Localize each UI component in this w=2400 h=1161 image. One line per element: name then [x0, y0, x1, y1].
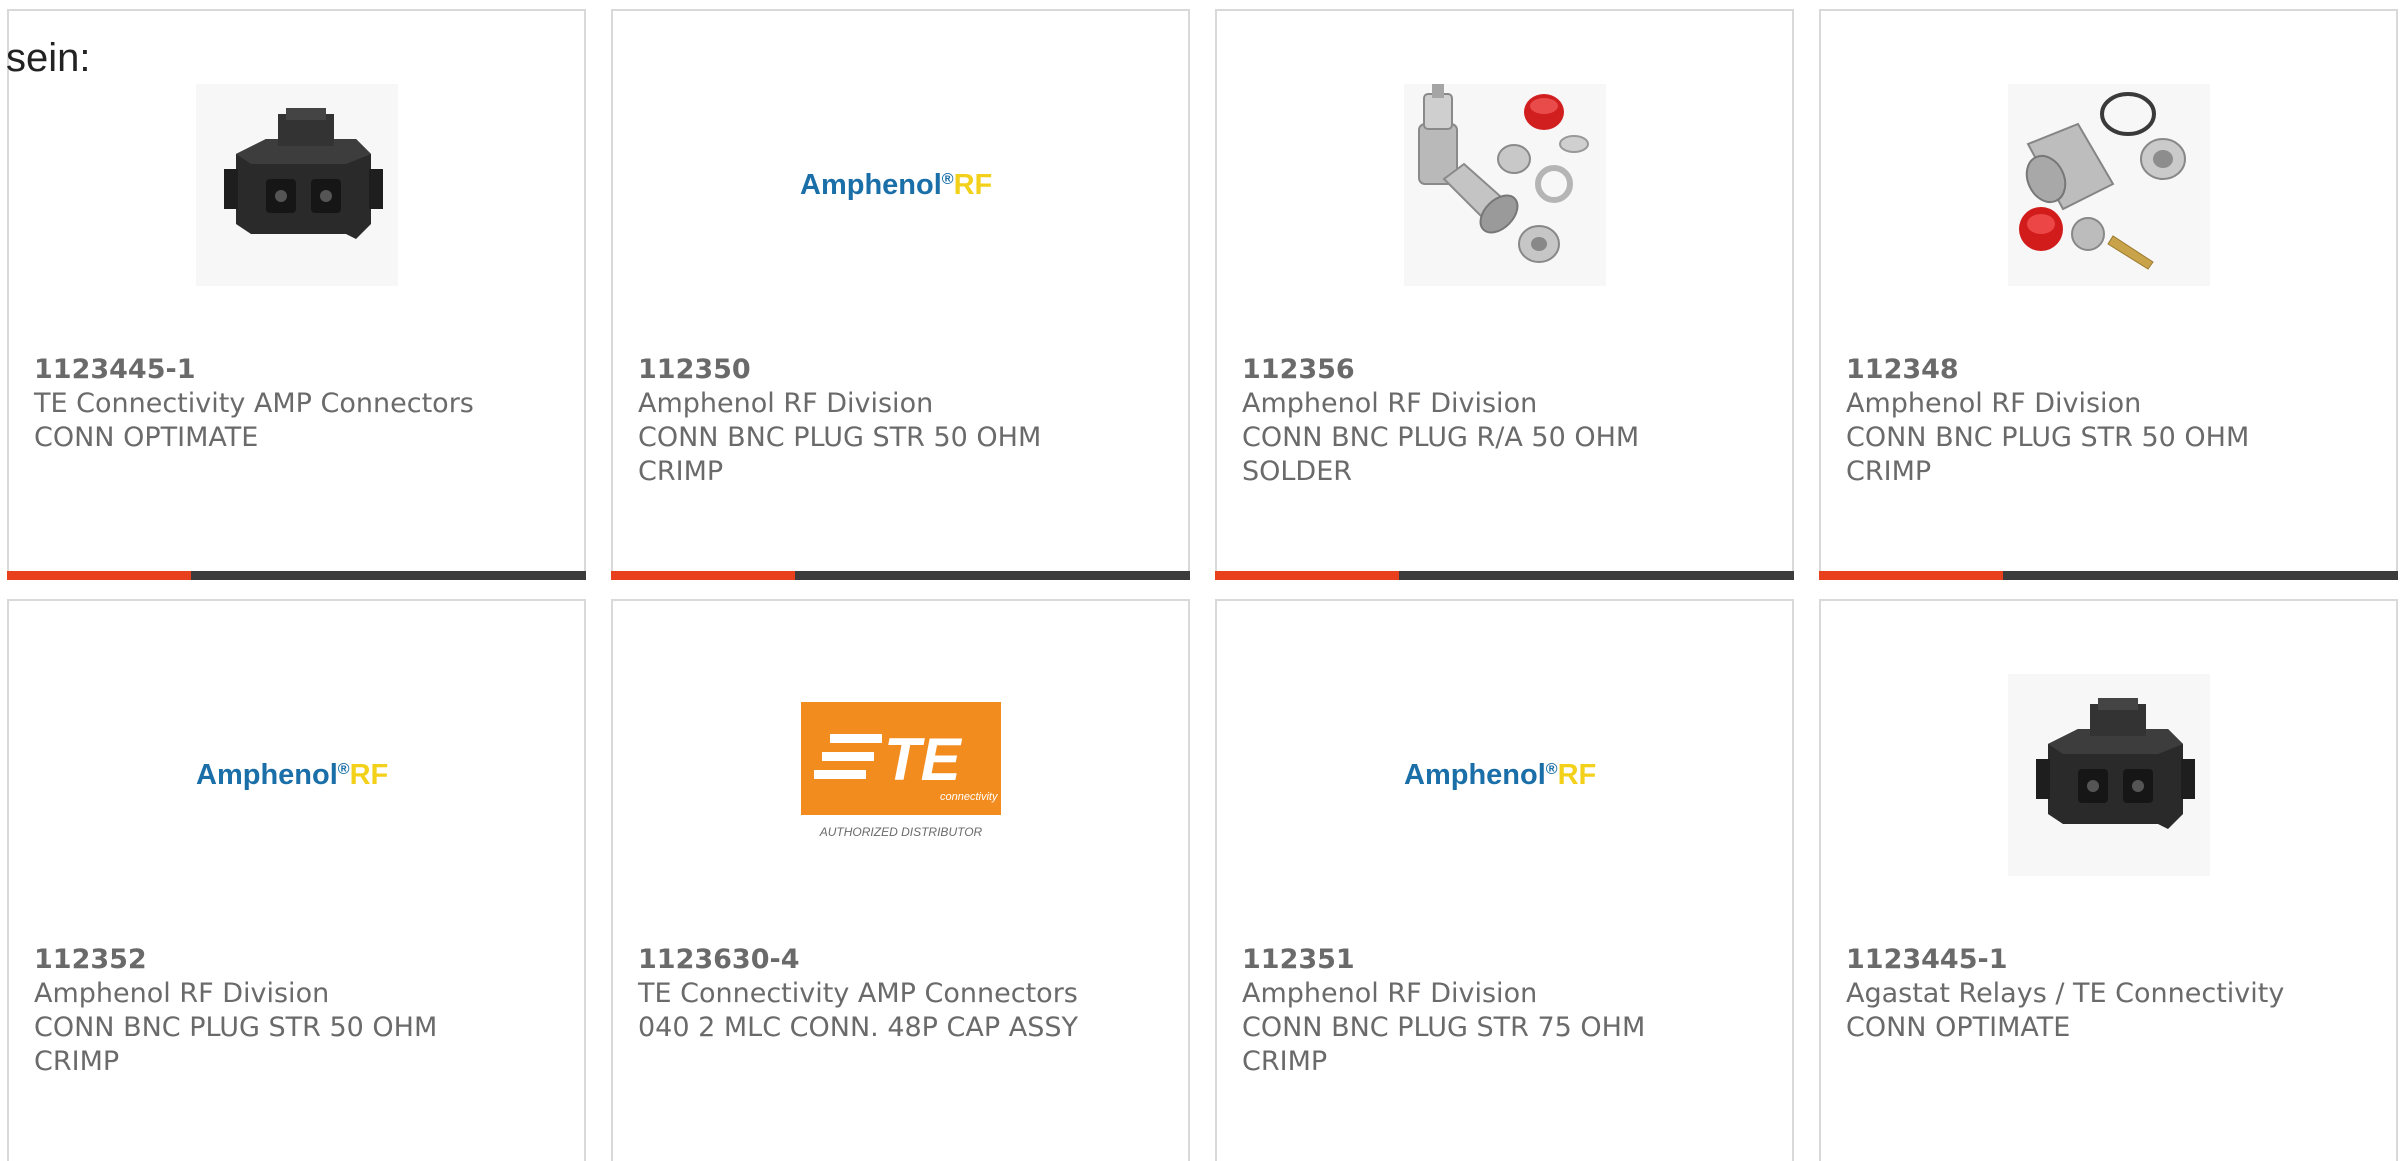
manufacturer-name: Amphenol RF Division: [1242, 978, 1538, 1009]
product-description: CONN BNC PLUG STR 75 OHM: [1242, 1012, 1646, 1043]
part-number-link[interactable]: 1123445-1: [1846, 943, 2376, 977]
product-card[interactable]: Amphenol®RF 112350 Amphenol RF Division …: [611, 9, 1190, 580]
manufacturer-name: TE Connectivity AMP Connectors: [34, 388, 474, 419]
card-footer-accent: [1819, 571, 2003, 580]
product-description: CONN BNC PLUG STR 50 OHM: [1846, 422, 2250, 453]
manufacturer-name: Agastat Relays / TE Connectivity: [1846, 978, 2285, 1009]
part-number-link[interactable]: 1123445-1: [34, 353, 564, 387]
product-description-line2: CRIMP: [638, 456, 724, 487]
logo-main-text: Amphenol: [1404, 759, 1546, 791]
product-card[interactable]: 1123445-1 TE Connectivity AMP Connectors…: [7, 9, 586, 580]
product-card[interactable]: 112356 Amphenol RF Division CONN BNC PLU…: [1215, 9, 1794, 580]
product-description-line2: CRIMP: [1242, 1046, 1328, 1077]
product-description: 040 2 MLC CONN. 48P CAP ASSY: [638, 1012, 1078, 1043]
product-card[interactable]: Amphenol®RF 112352 Amphenol RF Division …: [7, 599, 586, 1161]
product-info: 1123445-1 Agastat Relays / TE Connectivi…: [1846, 943, 2376, 1045]
bnc-straight-plug-kit-icon: [2007, 84, 2210, 286]
product-description-line2: CRIMP: [34, 1046, 120, 1077]
product-image[interactable]: TE connectivity AUTHORIZED DISTRIBUTOR: [800, 674, 1002, 876]
te-logo-text: TE: [884, 726, 963, 793]
product-card[interactable]: Amphenol®RF 112351 Amphenol RF Division …: [1215, 599, 1794, 1161]
svg-text:Amphenol®RF: Amphenol®RF: [800, 169, 992, 201]
logo-rf-text: RF: [1557, 759, 1596, 791]
product-description: CONN BNC PLUG STR 50 OHM: [638, 422, 1042, 453]
product-info: 1123445-1 TE Connectivity AMP Connectors…: [34, 353, 564, 455]
product-info: 112350 Amphenol RF Division CONN BNC PLU…: [638, 353, 1168, 489]
part-number-link[interactable]: 112348: [1846, 353, 2376, 387]
card-footer-accent: [7, 571, 191, 580]
manufacturer-name: Amphenol RF Division: [34, 978, 330, 1009]
product-card[interactable]: 1123445-1 Agastat Relays / TE Connectivi…: [1819, 599, 2398, 1161]
product-info: 112348 Amphenol RF Division CONN BNC PLU…: [1846, 353, 2376, 489]
svg-text:Amphenol®RF: Amphenol®RF: [1404, 759, 1596, 791]
product-info: 112352 Amphenol RF Division CONN BNC PLU…: [34, 943, 564, 1079]
bnc-right-angle-plug-kit-icon: [1403, 84, 1606, 286]
product-image[interactable]: Amphenol®RF: [800, 84, 1002, 286]
logo-rf-text: RF: [953, 169, 992, 201]
product-card[interactable]: TE connectivity AUTHORIZED DISTRIBUTOR 1…: [611, 599, 1190, 1161]
card-footer-bar: [7, 571, 586, 580]
product-description: CONN OPTIMATE: [34, 422, 259, 453]
logo-main-text: Amphenol: [196, 759, 338, 791]
logo-reg-mark: ®: [337, 761, 349, 778]
svg-text:Amphenol®RF: Amphenol®RF: [196, 759, 388, 791]
card-footer-bar: [611, 571, 1190, 580]
product-description-line2: CRIMP: [1846, 456, 1932, 487]
manufacturer-name: Amphenol RF Division: [1846, 388, 2142, 419]
manufacturer-name: Amphenol RF Division: [638, 388, 934, 419]
manufacturer-name: Amphenol RF Division: [1242, 388, 1538, 419]
logo-main-text: Amphenol: [800, 169, 942, 201]
card-footer-accent: [1215, 571, 1399, 580]
logo-reg-mark: ®: [941, 171, 953, 188]
product-info: 112351 Amphenol RF Division CONN BNC PLU…: [1242, 943, 1772, 1079]
product-image[interactable]: [2007, 84, 2210, 286]
product-grid-page: sein: 1123445-1 TE Connectivity AMP Conn…: [0, 0, 2400, 1161]
product-image[interactable]: [195, 84, 398, 286]
product-card[interactable]: 112348 Amphenol RF Division CONN BNC PLU…: [1819, 9, 2398, 580]
product-image[interactable]: [1403, 84, 1606, 286]
card-footer-bar: [1819, 571, 2398, 580]
product-description: CONN OPTIMATE: [1846, 1012, 2071, 1043]
logo-rf-text: RF: [349, 759, 388, 791]
black-fiber-connector-adapter-icon: [195, 84, 398, 286]
amphenol-rf-logo-icon: Amphenol®RF: [196, 759, 388, 791]
te-connectivity-logo-icon: TE connectivity AUTHORIZED DISTRIBUTOR: [800, 702, 1001, 839]
product-info: 1123630-4 TE Connectivity AMP Connectors…: [638, 943, 1168, 1045]
part-number-link[interactable]: 112352: [34, 943, 564, 977]
authorized-distributor-caption: AUTHORIZED DISTRIBUTOR: [818, 825, 982, 839]
part-number-link[interactable]: 1123630-4: [638, 943, 1168, 977]
te-logo-subtext: connectivity: [940, 791, 999, 803]
card-footer-accent: [611, 571, 795, 580]
part-number-link[interactable]: 112356: [1242, 353, 1772, 387]
manufacturer-name: TE Connectivity AMP Connectors: [638, 978, 1078, 1009]
amphenol-rf-logo-icon: Amphenol®RF: [800, 169, 992, 201]
intro-text: sein:: [6, 36, 91, 80]
product-image[interactable]: [2007, 674, 2210, 876]
product-image[interactable]: Amphenol®RF: [1404, 674, 1606, 876]
part-number-link[interactable]: 112350: [638, 353, 1168, 387]
product-image[interactable]: Amphenol®RF: [196, 674, 398, 876]
black-fiber-connector-adapter-icon: [2007, 674, 2210, 876]
product-description: CONN BNC PLUG R/A 50 OHM: [1242, 422, 1640, 453]
card-footer-bar: [1215, 571, 1794, 580]
amphenol-rf-logo-icon: Amphenol®RF: [1404, 759, 1596, 791]
product-description-line2: SOLDER: [1242, 456, 1353, 487]
product-info: 112356 Amphenol RF Division CONN BNC PLU…: [1242, 353, 1772, 489]
product-description: CONN BNC PLUG STR 50 OHM: [34, 1012, 438, 1043]
logo-reg-mark: ®: [1545, 761, 1557, 778]
part-number-link[interactable]: 112351: [1242, 943, 1772, 977]
